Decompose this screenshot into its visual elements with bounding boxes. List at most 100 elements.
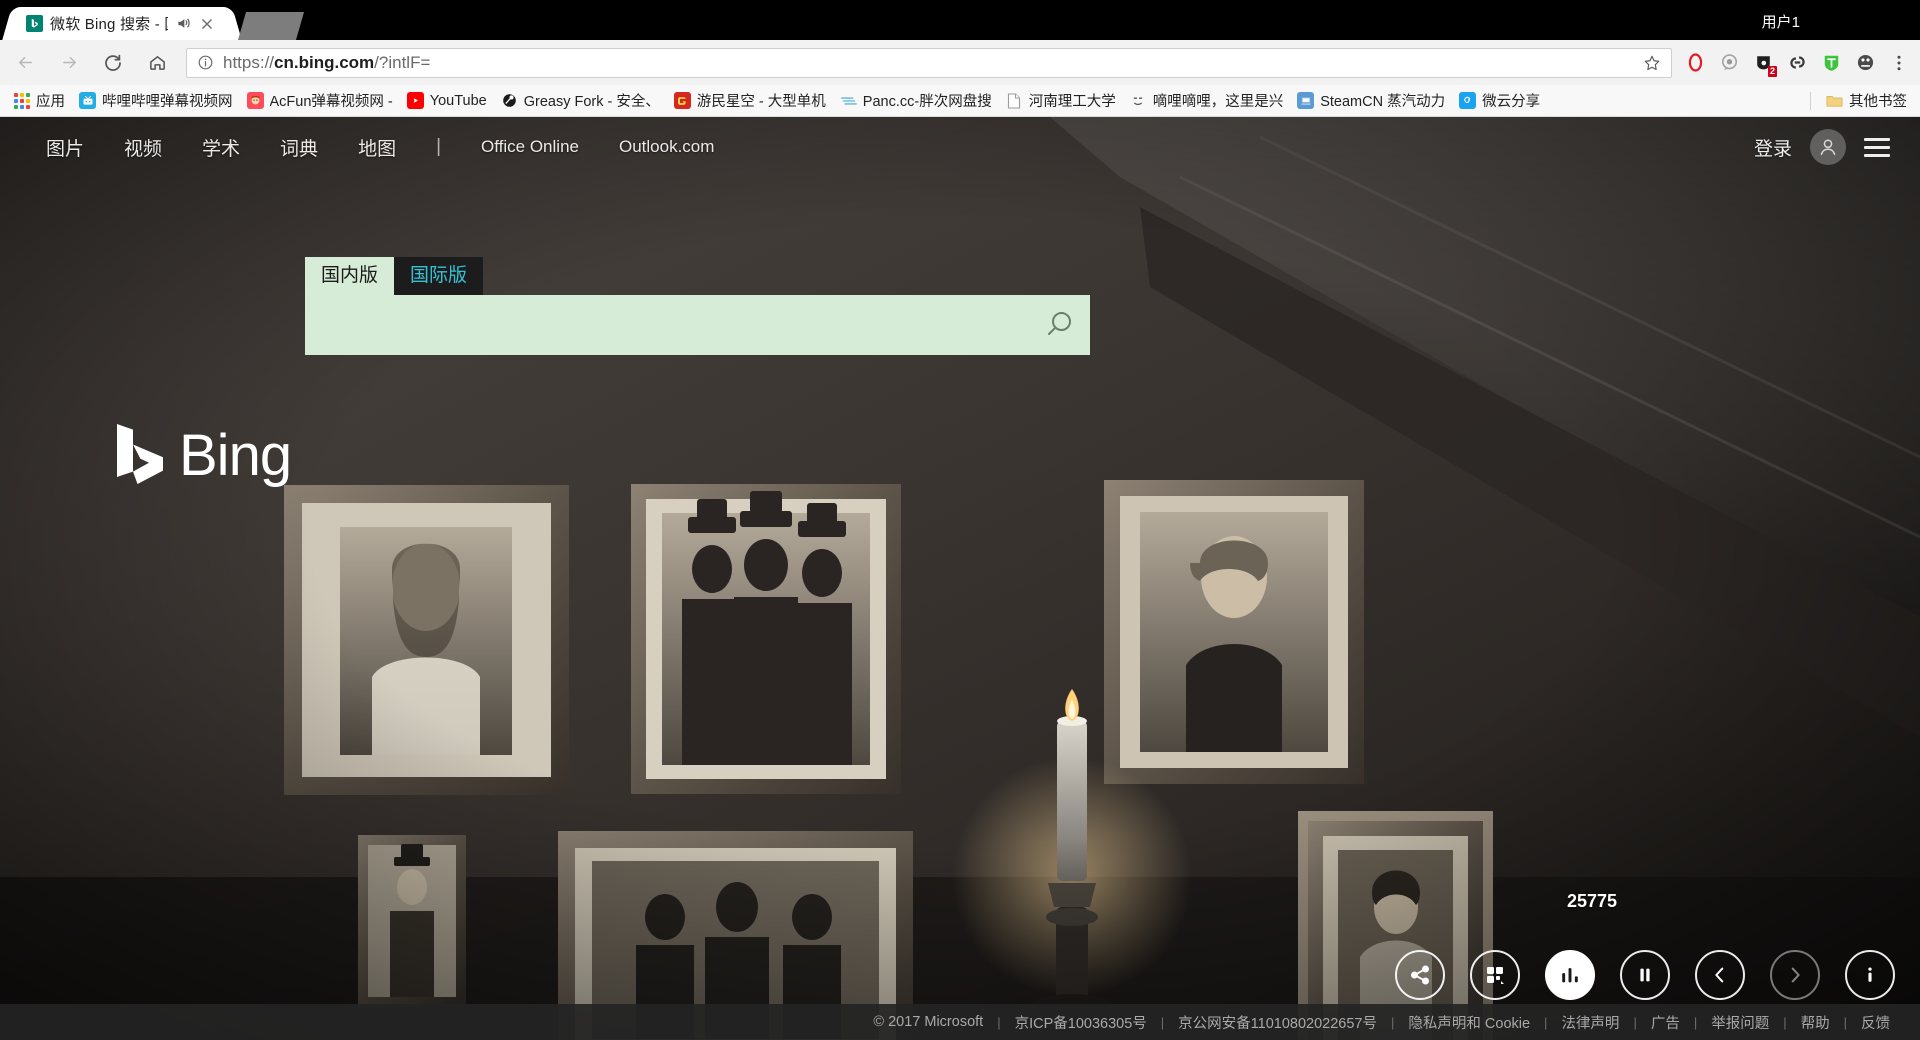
footer-separator: | [1390, 1014, 1395, 1030]
bookmark-item-youtube[interactable]: YouTube [400, 89, 494, 112]
footer-link-police[interactable]: 京公网安备11010802022657号 [1178, 1012, 1377, 1033]
sign-in-link[interactable]: 登录 [1754, 134, 1792, 161]
bookmark-other-bookmarks[interactable]: 其他书签 [1819, 87, 1914, 114]
footer-separator: | [997, 1014, 1001, 1030]
footer-link-icp[interactable]: 京ICP备10036305号 [1015, 1012, 1147, 1033]
three-dots-menu-icon[interactable] [1884, 48, 1914, 78]
bing-logo-icon [113, 422, 165, 489]
bing-icon [26, 15, 43, 32]
footer-link-help[interactable]: 帮助 [1801, 1012, 1830, 1033]
tab-domestic-version[interactable]: 国内版 [305, 257, 395, 295]
magnifier-icon[interactable] [1028, 308, 1090, 342]
bookmarks-overflow: 其他书签 [1802, 87, 1914, 114]
bookmark-item-dilidili[interactable]: 嘀哩嘀哩，这里是兴 [1123, 87, 1291, 114]
bookmark-apps[interactable]: 应用 [6, 87, 72, 114]
bookmark-label: AcFun弹幕视频网 - [269, 94, 393, 110]
bookmark-label: 其他书签 [1849, 94, 1907, 110]
weiyun-icon [1459, 92, 1477, 109]
url-text: https://cn.bing.com/?intlF= [223, 52, 431, 72]
footer-separator: | [1783, 1014, 1787, 1030]
bookmark-item-weiyun[interactable]: 微云分享 [1452, 87, 1547, 114]
dilidili-icon [1130, 92, 1147, 109]
bing-nav-right: 登录 [1754, 129, 1920, 165]
steamcn-icon [1297, 92, 1315, 109]
adblock-extension-icon[interactable] [1850, 48, 1880, 78]
address-bar[interactable]: https://cn.bing.com/?intlF= [186, 47, 1672, 78]
bing-logo-text: Bing [179, 423, 292, 488]
browser-toolbar: https://cn.bing.com/?intlF= 2 [0, 40, 1920, 85]
bookmark-label: 河南理工大学 [1028, 94, 1116, 110]
nav-link-images[interactable]: 图片 [46, 134, 84, 161]
bookmark-label: Panc.cc-胖次网盘搜 [862, 94, 992, 110]
footer-separator: | [1160, 1014, 1165, 1030]
footer-link-report[interactable]: 举报问题 [1711, 1012, 1769, 1033]
user-label[interactable]: 用户1 [1762, 11, 1800, 32]
extension-badge-count: 2 [1767, 65, 1777, 77]
footer-link-privacy[interactable]: 隐私声明和 Cookie [1408, 1012, 1530, 1033]
nav-link-videos[interactable]: 视频 [124, 134, 162, 161]
divider [1810, 91, 1811, 110]
tab-title: 微软 Bing 搜索 - 国内 [50, 16, 168, 33]
youtube-icon [406, 92, 424, 109]
user-avatar-icon[interactable] [1810, 129, 1846, 165]
bookmark-item-bilibili[interactable]: 哔哩哔哩弹幕视频网 [72, 87, 240, 114]
bookmarks-bar: 应用 哔哩哔哩弹幕视频网 AcFun弹幕视频网 - YouTube Greasy [0, 85, 1920, 117]
apps-button[interactable] [1470, 950, 1520, 1000]
forward-arrow-icon[interactable] [50, 44, 88, 82]
bing-homepage: 图片 视频 学术 词典 地图 | Office Online Outlook.c… [0, 117, 1920, 1040]
bookmark-item-hnkjdx[interactable]: 河南理工大学 [999, 87, 1123, 114]
version-tabs: 国内版 国际版 [305, 257, 1090, 295]
close-icon[interactable] [199, 16, 215, 32]
tab-strip: 微软 Bing 搜索 - 国内 [14, 4, 305, 40]
page-info-icon[interactable] [197, 54, 214, 71]
previous-image-button[interactable] [1695, 950, 1745, 1000]
gray-bubble-extension-icon[interactable] [1714, 48, 1744, 78]
reload-icon[interactable] [94, 44, 132, 82]
acfun-icon [246, 92, 264, 109]
bookmark-item-gamersky[interactable]: 游民星空 - 大型单机 [667, 87, 833, 114]
footer-link-ads[interactable]: 广告 [1651, 1012, 1680, 1033]
bilibili-icon [79, 92, 96, 109]
nav-link-maps[interactable]: 地图 [358, 134, 396, 161]
bookmark-item-steamcn[interactable]: SteamCN 蒸汽动力 [1290, 87, 1452, 114]
image-count-label: 25775 [1566, 891, 1617, 911]
search-area: 国内版 国际版 [305, 257, 1090, 355]
footer-separator: | [1843, 1014, 1847, 1030]
bookmark-item-greasyfork[interactable]: Greasy Fork - 安全、 [494, 87, 667, 114]
browser-window: 微软 Bing 搜索 - 国内 用户1 [0, 0, 1920, 1040]
new-tab-ghost[interactable] [237, 12, 305, 40]
home-icon[interactable] [138, 44, 176, 82]
downloads-extension-icon[interactable]: 2 [1748, 48, 1778, 78]
back-arrow-icon[interactable] [6, 44, 44, 82]
pause-button[interactable] [1620, 950, 1670, 1000]
nav-link-outlook[interactable]: Outlook.com [619, 137, 714, 157]
footer-separator: | [1544, 1014, 1548, 1030]
link-extension-icon[interactable] [1782, 48, 1812, 78]
share-button[interactable] [1395, 950, 1445, 1000]
tampermonkey-extension-icon[interactable] [1816, 48, 1846, 78]
hamburger-menu-icon[interactable] [1864, 137, 1890, 157]
page-footer: © 2017 Microsoft | 京ICP备10036305号 | 京公网安… [0, 1004, 1920, 1040]
star-icon[interactable] [1643, 54, 1661, 72]
browser-tab[interactable]: 微软 Bing 搜索 - 国内 [14, 7, 230, 40]
bookmark-item-panc[interactable]: Panc.cc-胖次网盘搜 [833, 87, 999, 114]
nav-link-academic[interactable]: 学术 [202, 134, 240, 161]
next-image-button[interactable] [1770, 950, 1820, 1000]
footer-separator: | [1633, 1014, 1637, 1030]
greasyfork-icon [501, 92, 518, 109]
opera-extension-icon[interactable] [1680, 48, 1710, 78]
search-input[interactable] [305, 295, 1028, 355]
nav-link-dictionary[interactable]: 词典 [280, 134, 318, 161]
footer-copyright: © 2017 Microsoft [873, 1014, 984, 1030]
bookmark-label: 游民星空 - 大型单机 [696, 94, 826, 110]
insights-button[interactable] [1545, 950, 1595, 1000]
nav-link-office-online[interactable]: Office Online [481, 137, 579, 157]
bookmark-item-acfun[interactable]: AcFun弹幕视频网 - [240, 87, 400, 114]
tab-international-version[interactable]: 国际版 [394, 257, 484, 295]
bing-logo: Bing [113, 422, 292, 489]
footer-link-legal[interactable]: 法律声明 [1561, 1012, 1619, 1033]
footer-link-feedback[interactable]: 反馈 [1861, 1012, 1890, 1033]
speaker-icon[interactable] [175, 15, 192, 32]
extension-icons: 2 [1680, 48, 1920, 78]
info-button[interactable] [1845, 950, 1895, 1000]
